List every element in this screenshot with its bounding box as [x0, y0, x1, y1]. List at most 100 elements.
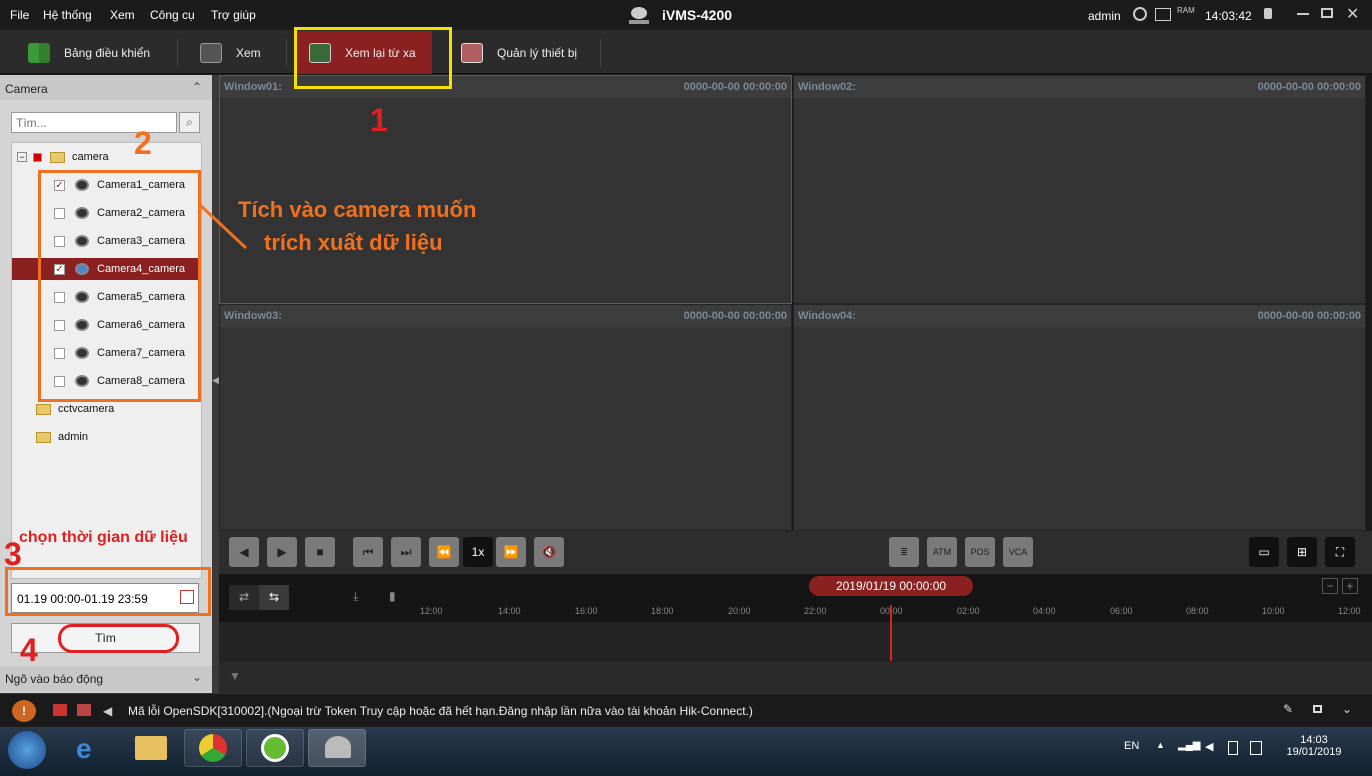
- filter-icon[interactable]: ▼: [229, 669, 241, 683]
- ie-taskbar-icon[interactable]: e: [62, 729, 120, 767]
- restore-icon[interactable]: [1321, 8, 1333, 18]
- chevron-down-icon[interactable]: ⌄: [192, 670, 202, 684]
- tree-group-camera[interactable]: − camera: [12, 146, 201, 168]
- camera-section-header[interactable]: Camera ⌃: [0, 75, 212, 100]
- sync-icon[interactable]: ⇄: [229, 585, 259, 610]
- collapse-left-icon[interactable]: ◀: [212, 375, 219, 386]
- video-window-3[interactable]: Window03: 0000-00-00 00:00:00: [219, 304, 792, 531]
- video-window-2[interactable]: Window02: 0000-00-00 00:00:00: [793, 75, 1366, 304]
- tab-divider: [286, 39, 287, 67]
- chrome-taskbar-icon[interactable]: [184, 729, 242, 767]
- maximize-icon[interactable]: [1313, 705, 1322, 713]
- signal-icon[interactable]: ▂▄▆: [1178, 740, 1200, 751]
- video-window-1[interactable]: Window01: 0000-00-00 00:00:00: [219, 75, 792, 304]
- timeline-tick: 12:00: [420, 606, 443, 616]
- camera-view-icon: [200, 42, 222, 63]
- timeline-tick: 20:00: [728, 606, 751, 616]
- ivms-taskbar-icon[interactable]: [308, 729, 366, 767]
- vca-button[interactable]: VCA: [1003, 537, 1033, 567]
- speed-display: 1x: [463, 537, 493, 567]
- annotation-camera-highlight: [38, 170, 201, 402]
- camera-search-input[interactable]: [11, 112, 177, 133]
- record-list-icon[interactable]: ≣: [889, 537, 919, 567]
- device-icon: [461, 42, 483, 63]
- video-window-4[interactable]: Window04: 0000-00-00 00:00:00: [793, 304, 1366, 531]
- tray-expand-icon[interactable]: ▲: [1156, 740, 1165, 750]
- menu-system[interactable]: Hệ thống: [43, 8, 92, 22]
- window-header: Window04: 0000-00-00 00:00:00: [794, 305, 1365, 327]
- explorer-taskbar-icon[interactable]: [122, 729, 180, 767]
- fullscreen-icon[interactable]: ⛶: [1325, 537, 1355, 567]
- timeline-tick: 10:00: [1262, 606, 1285, 616]
- timeline-ruler[interactable]: [219, 622, 1372, 662]
- device-tray-icon[interactable]: [1250, 741, 1262, 755]
- language-indicator[interactable]: EN: [1124, 740, 1139, 752]
- start-button[interactable]: [8, 731, 46, 769]
- timeline-date[interactable]: 2019/01/19 00:00:00: [809, 576, 973, 596]
- fast-forward-icon[interactable]: ⏩: [496, 537, 526, 567]
- menu-file[interactable]: File: [10, 8, 29, 22]
- annotation-step-4: 4: [20, 632, 38, 668]
- pin-icon[interactable]: ✎: [1283, 702, 1293, 716]
- clock-time: 14:03:42: [1205, 9, 1252, 23]
- app-logo-icon: [626, 4, 652, 26]
- collapse-icon[interactable]: ⌄: [1342, 702, 1352, 716]
- tree-group-label: camera: [72, 151, 109, 163]
- zoom-out-icon[interactable]: −: [1322, 578, 1338, 594]
- atm-button[interactable]: ATM: [927, 537, 957, 567]
- slow-down-icon[interactable]: ⏪: [429, 537, 459, 567]
- partial-check-icon[interactable]: [33, 152, 42, 162]
- alarm-input-header[interactable]: Ngõ vào báo động ⌄: [0, 666, 212, 691]
- alarm-icon[interactable]: !: [12, 700, 36, 722]
- next-frame-icon[interactable]: ⏭: [391, 537, 421, 567]
- close-icon[interactable]: ✕: [1346, 4, 1359, 24]
- alarm-sound-icon[interactable]: [53, 704, 67, 716]
- menu-view[interactable]: Xem: [110, 8, 135, 22]
- prev-frame-icon[interactable]: ⏮: [353, 537, 383, 567]
- timeline-tick: 16:00: [575, 606, 598, 616]
- window-time: 0000-00-00 00:00:00: [683, 81, 787, 93]
- bookmark-icon[interactable]: ▮: [389, 589, 396, 603]
- layout-icon[interactable]: ⊞: [1287, 537, 1317, 567]
- minimize-icon[interactable]: [1297, 13, 1309, 15]
- tab-divider: [600, 39, 601, 67]
- camera-section-title: Camera: [5, 82, 48, 96]
- folder-icon: [50, 151, 65, 163]
- search-icon[interactable]: ⌕: [179, 112, 200, 133]
- taskbar-time: 14:03: [1300, 734, 1328, 746]
- collapse-icon[interactable]: −: [17, 152, 27, 162]
- folder-label: cctvcamera: [58, 403, 115, 415]
- lock-icon[interactable]: [1264, 8, 1272, 19]
- chevron-up-icon[interactable]: ⌃: [192, 80, 202, 94]
- ram-icon: RAM: [1177, 6, 1195, 15]
- stop-icon[interactable]: ■: [305, 537, 335, 567]
- panel-collapse-handle[interactable]: ◀: [212, 75, 219, 693]
- menu-help[interactable]: Trợ giúp: [211, 8, 256, 22]
- mute-icon[interactable]: 🔇: [534, 537, 564, 567]
- tab-dashboard[interactable]: Bảng điều khiển: [28, 31, 178, 74]
- tab-device-management[interactable]: Quản lý thiết bị: [461, 31, 601, 74]
- tab-dashboard-label: Bảng điều khiển: [64, 45, 151, 60]
- zoom-in-icon[interactable]: +: [1342, 578, 1358, 594]
- annotation-time-hint: chọn thời gian dữ liệu: [19, 529, 188, 546]
- volume-icon[interactable]: ◀: [1205, 740, 1213, 753]
- play-icon[interactable]: ▶: [267, 537, 297, 567]
- capture-icon[interactable]: ▭: [1249, 537, 1279, 567]
- reverse-play-icon[interactable]: ◀: [229, 537, 259, 567]
- folder-icon: [36, 403, 51, 415]
- mute-alarm-icon[interactable]: ◀: [103, 704, 112, 718]
- menu-bar: File Hệ thống Xem Công cụ Trợ giúp iVMS-…: [0, 0, 1372, 31]
- timeline-cursor[interactable]: [890, 605, 892, 661]
- tab-view[interactable]: Xem: [200, 31, 280, 74]
- download-icon[interactable]: ⤓: [353, 589, 358, 604]
- menu-tools[interactable]: Công cụ: [150, 8, 195, 22]
- event-icon[interactable]: [77, 704, 91, 716]
- flag-icon[interactable]: [1228, 741, 1238, 755]
- tree-folder-row[interactable]: admin: [12, 426, 201, 448]
- coccoc-taskbar-icon[interactable]: [246, 729, 304, 767]
- taskbar-clock[interactable]: 14:03 19/01/2019: [1282, 734, 1346, 758]
- async-icon[interactable]: ⇆: [259, 585, 289, 610]
- timeline-tick: 22:00: [804, 606, 827, 616]
- annotation-hint-line1: Tích vào camera muốn: [238, 197, 477, 222]
- pos-button[interactable]: POS: [965, 537, 995, 567]
